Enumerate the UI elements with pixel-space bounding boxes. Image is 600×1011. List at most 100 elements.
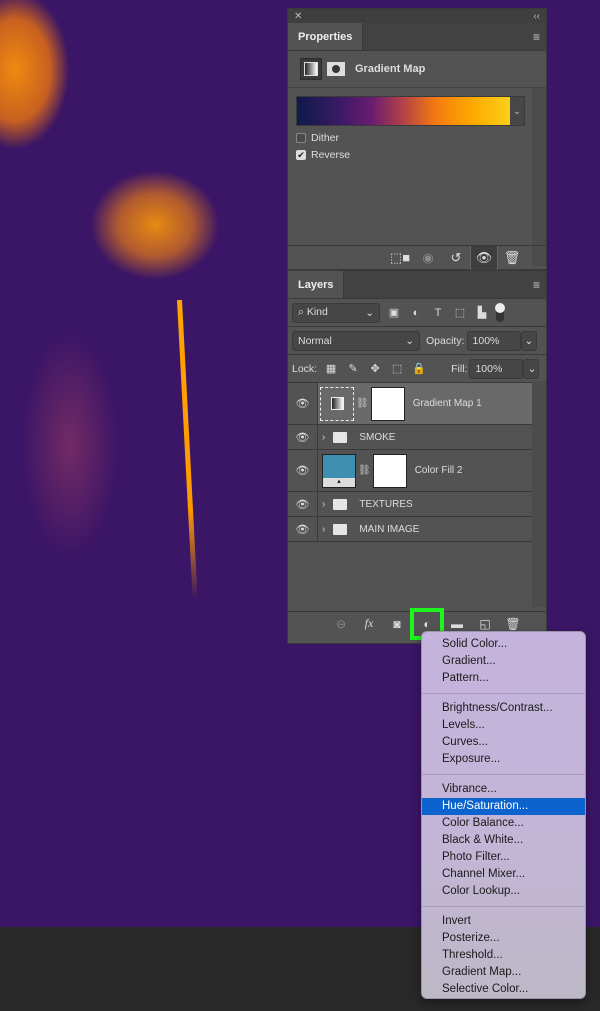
fx-icon[interactable]: fx: [356, 612, 382, 636]
layer-name[interactable]: Gradient Map 1: [413, 398, 482, 409]
reset-icon[interactable]: ↺: [442, 246, 470, 270]
menu-item-color-balance[interactable]: Color Balance...: [422, 815, 585, 832]
menu-item-threshold[interactable]: Threshold...: [422, 947, 585, 964]
chain-link-icon[interactable]: ⛓: [358, 465, 371, 476]
filter-row: ⌕ Kind ⌄ ▣ ◐ T ⬚ ▙: [288, 299, 546, 327]
tab-layers[interactable]: Layers: [288, 271, 345, 298]
folder-icon: [333, 523, 348, 535]
menu-item-levels[interactable]: Levels...: [422, 717, 585, 734]
properties-footer: ⬚■ ◉ ↺ 👁 🗑: [288, 245, 546, 270]
mask-icon[interactable]: ◙: [384, 612, 410, 636]
layers-scrollbar[interactable]: [532, 381, 546, 607]
chevron-down-icon: ⌄: [365, 306, 374, 319]
fill-dropdown[interactable]: ⌄: [523, 358, 540, 379]
canvas-hands-highlight: [90, 170, 220, 280]
layer-row-textures[interactable]: 👁 › TEXTURES: [288, 492, 532, 517]
opacity-value[interactable]: 100%: [473, 335, 500, 347]
menu-item-solid-color[interactable]: Solid Color...: [422, 636, 585, 653]
lock-all-icon[interactable]: 🔒: [411, 362, 427, 375]
chain-link-icon[interactable]: ⛓: [356, 398, 369, 409]
gradient-picker[interactable]: ⌄: [296, 96, 525, 126]
reverse-checkbox[interactable]: ✔ Reverse: [296, 148, 538, 161]
menu-item-photo-filter[interactable]: Photo Filter...: [422, 849, 585, 866]
adjustment-filter-icon[interactable]: ◐: [408, 307, 424, 319]
menu-item-gradient[interactable]: Gradient...: [422, 653, 585, 670]
layer-row-smoke[interactable]: 👁 › SMOKE: [288, 425, 532, 450]
filter-value: Kind: [306, 306, 328, 318]
menu-item-selective-color[interactable]: Selective Color...: [422, 981, 585, 998]
lock-artboard-icon[interactable]: ⬚: [389, 362, 405, 375]
type-filter-icon[interactable]: T: [430, 307, 446, 319]
chevron-right-icon[interactable]: ›: [322, 432, 325, 443]
opacity-field[interactable]: 100%: [466, 330, 521, 351]
layer-name[interactable]: TEXTURES: [359, 499, 412, 510]
pixel-filter-icon[interactable]: ▣: [386, 306, 402, 319]
tab-properties[interactable]: Properties: [288, 23, 364, 50]
adjustment-thumbnail[interactable]: [320, 386, 354, 421]
layer-row-main-image[interactable]: 👁 › MAIN IMAGE: [288, 517, 532, 542]
blend-mode-select[interactable]: Normal ⌄: [292, 330, 420, 351]
collapse-icon[interactable]: ‹‹: [533, 11, 540, 22]
link-icon[interactable]: ⊖: [328, 612, 354, 636]
fill-value[interactable]: 100%: [475, 363, 502, 375]
menu-separator: [422, 774, 585, 775]
checkmark-icon[interactable]: ✔: [296, 149, 306, 160]
delete-icon[interactable]: 🗑: [498, 246, 526, 270]
shape-filter-icon[interactable]: ⬚: [452, 306, 468, 319]
visibility-eye-icon[interactable]: 👁: [288, 383, 318, 424]
chevron-right-icon[interactable]: ›: [322, 524, 325, 535]
gradient-map-icon[interactable]: [300, 58, 322, 80]
chevron-right-icon[interactable]: ›: [322, 499, 325, 510]
adjustment-title: Gradient Map: [355, 63, 426, 75]
layer-row-gradient-map-1[interactable]: 👁 ⛓ Gradient Map 1: [288, 383, 532, 425]
dither-label: Dither: [311, 131, 340, 144]
menu-item-hue-saturation[interactable]: Hue/Saturation...: [422, 798, 585, 815]
menu-item-gradient-map[interactable]: Gradient Map...: [422, 964, 585, 981]
lock-row: Lock: ▦ ✎ ✥ ⬚ 🔒 Fill: 100% ⌄: [288, 355, 546, 383]
menu-item-invert[interactable]: Invert: [422, 913, 585, 930]
layer-name[interactable]: MAIN IMAGE: [359, 524, 419, 535]
visibility-icon[interactable]: 👁: [470, 245, 498, 270]
view-previous-icon[interactable]: ◉: [414, 246, 442, 270]
opacity-dropdown[interactable]: ⌄: [520, 330, 537, 351]
menu-item-color-lookup[interactable]: Color Lookup...: [422, 883, 585, 900]
chevron-down-icon[interactable]: ⌄: [510, 97, 524, 125]
fill-thumbnail[interactable]: [322, 453, 356, 488]
menu-item-channel-mixer[interactable]: Channel Mixer...: [422, 866, 585, 883]
fill-field[interactable]: 100%: [469, 358, 524, 379]
menu-item-exposure[interactable]: Exposure...: [422, 751, 585, 768]
panel-menu-icon[interactable]: ≡: [527, 23, 546, 50]
checkbox-box[interactable]: [296, 132, 306, 143]
visibility-eye-icon[interactable]: 👁: [288, 425, 318, 449]
properties-scrollbar[interactable]: [532, 88, 546, 210]
menu-item-brightness-contrast[interactable]: Brightness/Contrast...: [422, 700, 585, 717]
menu-item-black-white[interactable]: Black & White...: [422, 832, 585, 849]
gradient-preview[interactable]: [297, 97, 510, 125]
lock-position-icon[interactable]: ✥: [367, 362, 383, 375]
canvas-smoke: [20, 330, 120, 560]
smart-object-filter-icon[interactable]: ▙: [474, 306, 490, 319]
menu-item-pattern[interactable]: Pattern...: [422, 670, 585, 687]
clip-to-layer-icon[interactable]: ⬚■: [386, 246, 414, 270]
lock-transparent-icon[interactable]: ▦: [323, 362, 339, 375]
lock-image-icon[interactable]: ✎: [345, 362, 361, 375]
menu-item-posterize[interactable]: Posterize...: [422, 930, 585, 947]
menu-item-vibrance[interactable]: Vibrance...: [422, 781, 585, 798]
mask-icon[interactable]: [327, 62, 345, 76]
layer-name[interactable]: SMOKE: [359, 432, 395, 443]
mask-thumbnail[interactable]: [370, 386, 405, 421]
panel-menu-icon[interactable]: ≡: [527, 271, 546, 298]
visibility-eye-icon[interactable]: 👁: [288, 517, 318, 541]
layer-name[interactable]: Color Fill 2: [415, 465, 463, 476]
fill-label: Fill:: [451, 362, 468, 375]
filter-toggle[interactable]: [495, 302, 505, 322]
folder-icon: [333, 431, 348, 443]
mask-thumbnail[interactable]: [372, 453, 407, 488]
visibility-eye-icon[interactable]: 👁: [288, 492, 318, 516]
filter-kind-select[interactable]: ⌕ Kind ⌄: [292, 302, 380, 323]
layer-row-color-fill-2[interactable]: 👁 ⛓ Color Fill 2: [288, 450, 532, 492]
visibility-eye-icon[interactable]: 👁: [288, 450, 318, 491]
close-icon[interactable]: ✕: [294, 11, 302, 22]
dither-checkbox[interactable]: Dither: [296, 131, 538, 144]
menu-item-curves[interactable]: Curves...: [422, 734, 585, 751]
